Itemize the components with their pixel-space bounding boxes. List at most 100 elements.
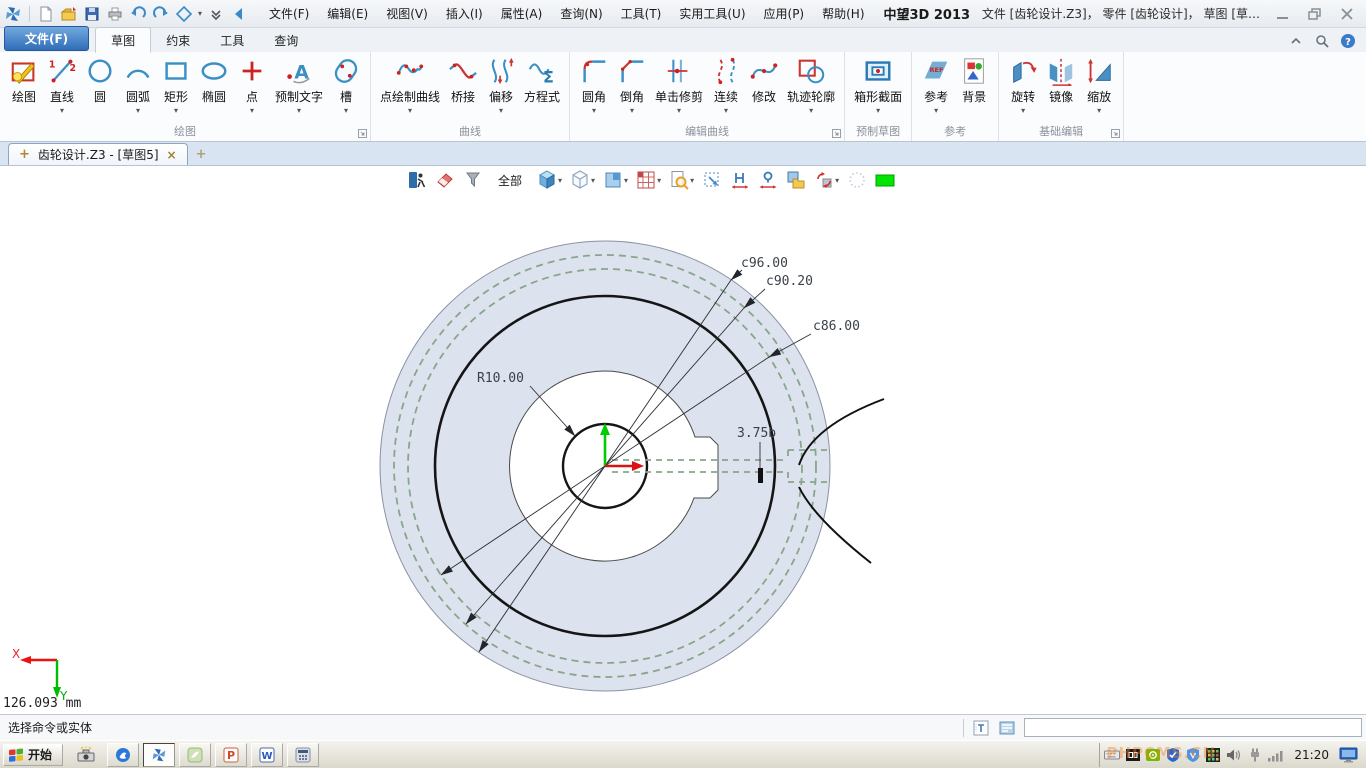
close-icon[interactable] <box>1334 6 1360 22</box>
zoom-page-icon[interactable]: ▾ <box>668 169 695 191</box>
ribbon-item-sketch[interactable]: 绘图 <box>5 55 43 106</box>
ribbon-item-equation[interactable]: Σ 方程式 <box>520 55 564 106</box>
export-view-icon[interactable] <box>785 169 807 191</box>
command-input[interactable] <box>1024 718 1362 737</box>
nvidia-icon[interactable] <box>1146 748 1160 762</box>
color-swatch[interactable] <box>874 169 896 191</box>
ribbon-item-slot[interactable]: 槽▾ <box>327 55 365 116</box>
ribbon-item-point[interactable]: 点▾ <box>233 55 271 116</box>
menu-help[interactable]: 帮助(H) <box>813 2 873 25</box>
start-button[interactable]: 开始 <box>3 744 63 766</box>
drawing-canvas[interactable]: 全部 ▾ ▾ ▾ ▾ ▾ ▾ <box>0 166 1366 714</box>
ribbon-item-mirror[interactable]: 镜像 <box>1042 55 1080 106</box>
zw3d-app-icon[interactable] <box>143 743 175 767</box>
dotted-profile-icon[interactable] <box>846 169 868 191</box>
notes-app-icon[interactable] <box>179 743 211 767</box>
more-icon[interactable] <box>207 5 225 23</box>
ribbon-item-ellipse[interactable]: 椭圆 <box>195 55 233 106</box>
ribbon-item-background[interactable]: 背景 <box>955 55 993 106</box>
ribbon-item-line[interactable]: 12 直线▾ <box>43 55 81 116</box>
help-icon[interactable]: ? <box>1340 33 1356 49</box>
ribbon-item-scale[interactable]: 缩放▾ <box>1080 55 1118 116</box>
log-panel-icon[interactable] <box>998 719 1016 737</box>
file-menu-button[interactable]: 文件(F) <box>4 26 89 51</box>
powerpoint-app-icon[interactable]: P <box>215 743 247 767</box>
ribbon-item-circle[interactable]: 圆 <box>81 55 119 106</box>
shield-check-icon[interactable] <box>1166 748 1180 762</box>
word-app-icon[interactable]: W <box>251 743 283 767</box>
collapse-ribbon-icon[interactable] <box>1288 33 1304 49</box>
sketch-viewport[interactable]: c96.00 c90.20 c86.00 R10.00 3.75b X Y 12… <box>0 166 1366 714</box>
vertical-constraint-icon[interactable] <box>757 169 779 191</box>
ribbon-item-arc[interactable]: 圆弧▾ <box>119 55 157 116</box>
tab-constraints[interactable]: 约束 <box>151 28 205 52</box>
resize-icon[interactable] <box>701 169 723 191</box>
ribbon-item-offset[interactable]: 偏移▾ <box>482 55 520 116</box>
minimize-icon[interactable] <box>1270 6 1296 22</box>
ribbon-item-continue[interactable]: 连续▾ <box>707 55 745 116</box>
menu-file[interactable]: 文件(F) <box>260 2 318 25</box>
exit-sketch-icon[interactable] <box>406 169 428 191</box>
ribbon-item-bridge[interactable]: 桥接 <box>444 55 482 106</box>
ribbon-item-one-click-trim[interactable]: 单击修剪▾ <box>651 55 707 116</box>
tab-sketch[interactable]: 草图 <box>95 27 151 53</box>
filter-scope-dropdown[interactable]: 全部 <box>490 172 530 189</box>
ribbon-item-reference[interactable]: REF 参考▾ <box>917 55 955 116</box>
tab-close-icon[interactable]: × <box>167 148 177 162</box>
swap-view-icon[interactable]: ▾ <box>813 169 840 191</box>
print-icon[interactable] <box>106 5 124 23</box>
back-icon[interactable] <box>230 5 248 23</box>
menu-utilities[interactable]: 实用工具(U) <box>670 2 754 25</box>
matrix-tray-icon[interactable] <box>1206 748 1220 762</box>
ribbon-item-fillet[interactable]: 圆角▾ <box>575 55 613 116</box>
wireframe-display-icon[interactable]: ▾ <box>569 169 596 191</box>
dialog-launcher-icon[interactable] <box>358 129 367 138</box>
ribbon-item-rotate[interactable]: 旋转▾ <box>1004 55 1042 116</box>
shaded-display-icon[interactable]: ▾ <box>536 169 563 191</box>
speaker-icon[interactable] <box>1226 748 1242 762</box>
menu-applications[interactable]: 应用(P) <box>755 2 814 25</box>
new-icon[interactable] <box>37 5 55 23</box>
media-tray-icon[interactable] <box>1126 748 1140 762</box>
regen-icon[interactable] <box>175 5 193 23</box>
undo-icon[interactable] <box>129 5 147 23</box>
dimension-panel-icon[interactable] <box>972 719 990 737</box>
menu-tools[interactable]: 工具(T) <box>612 2 671 25</box>
horizontal-constraint-icon[interactable] <box>729 169 751 191</box>
ribbon-item-chamfer[interactable]: 倒角▾ <box>613 55 651 116</box>
power-plug-icon[interactable] <box>1248 748 1262 762</box>
shield-icon[interactable] <box>1186 748 1200 762</box>
search-icon[interactable] <box>1314 33 1330 49</box>
grid-icon[interactable]: ▾ <box>635 169 662 191</box>
tab-tools[interactable]: 工具 <box>205 28 259 52</box>
align-plane-icon[interactable]: ▾ <box>602 169 629 191</box>
restore-icon[interactable] <box>1302 6 1328 22</box>
open-icon[interactable] <box>60 5 78 23</box>
menu-view[interactable]: 视图(V) <box>377 2 437 25</box>
ribbon-item-trace-profile[interactable]: 轨迹轮廓▾ <box>783 55 839 116</box>
ribbon-item-modify[interactable]: 修改 <box>745 55 783 106</box>
filter-icon[interactable] <box>462 169 484 191</box>
ribbon-item-box-section[interactable]: 箱形截面▾ <box>850 55 906 116</box>
menu-attributes[interactable]: 属性(A) <box>492 2 552 25</box>
screenshot-tool-icon[interactable] <box>77 746 95 764</box>
save-icon[interactable] <box>83 5 101 23</box>
ribbon-item-spline[interactable]: 点绘制曲线▾ <box>376 55 444 116</box>
menu-edit[interactable]: 编辑(E) <box>318 2 377 25</box>
dialog-launcher-icon[interactable] <box>832 129 841 138</box>
keyboard-icon[interactable] <box>1104 748 1120 762</box>
signal-icon[interactable] <box>1268 748 1284 762</box>
document-tab[interactable]: + 齿轮设计.Z3 - [草图5] × <box>8 143 188 165</box>
redo-icon[interactable] <box>152 5 170 23</box>
calculator-app-icon[interactable] <box>287 743 319 767</box>
regen-dropdown-caret[interactable]: ▾ <box>198 9 202 18</box>
browser-app-icon[interactable] <box>107 743 139 767</box>
show-desktop-icon[interactable] <box>1339 747 1359 763</box>
menu-insert[interactable]: 插入(I) <box>437 2 492 25</box>
menu-inquire[interactable]: 查询(N) <box>551 2 611 25</box>
new-tab-button[interactable]: + <box>188 147 215 165</box>
dialog-launcher-icon[interactable] <box>1111 129 1120 138</box>
tab-inquire[interactable]: 查询 <box>259 28 313 52</box>
ribbon-item-rectangle[interactable]: 矩形▾ <box>157 55 195 116</box>
eraser-icon[interactable] <box>434 169 456 191</box>
